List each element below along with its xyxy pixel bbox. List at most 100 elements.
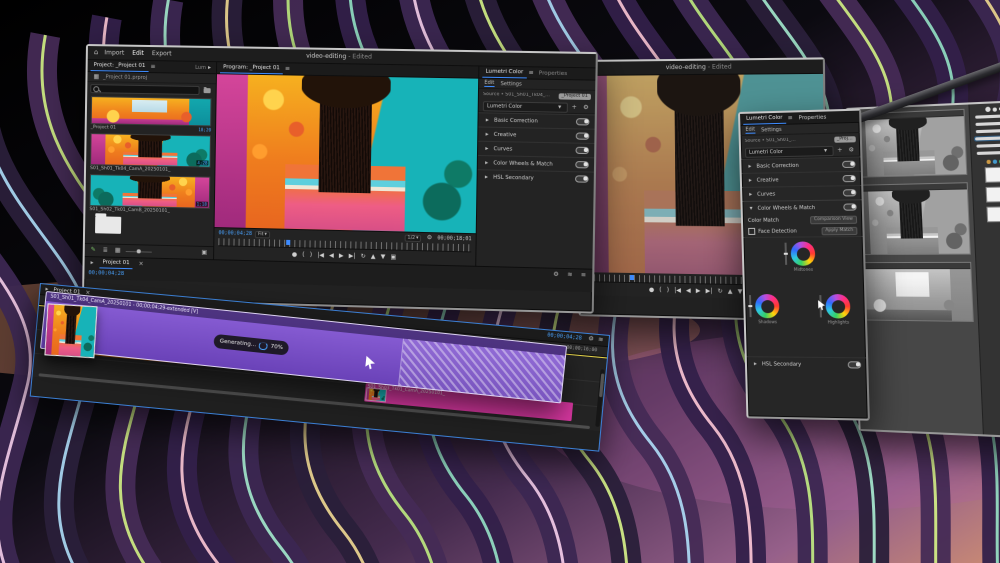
brush-preset[interactable] [975, 114, 1000, 118]
bin-folder-icon[interactable] [95, 216, 121, 234]
tab-settings[interactable]: Settings [500, 81, 521, 87]
brush-preset[interactable] [975, 122, 1000, 126]
gear-icon[interactable]: ⚙ [581, 104, 591, 110]
new-item-icon[interactable]: ▣ [199, 250, 209, 256]
close-icon[interactable]: × [137, 261, 146, 267]
chevron-right-icon[interactable]: ▸ [89, 260, 96, 266]
brush-size-dots[interactable] [973, 105, 1000, 112]
layer-thumbnail[interactable] [986, 186, 1000, 202]
brush-preset[interactable] [976, 129, 1000, 133]
loop-button[interactable]: ↻ [361, 253, 366, 259]
layer-thumbnail[interactable] [985, 166, 1000, 182]
marker-button[interactable]: ● [649, 287, 654, 293]
export-frame-button[interactable]: ▣ [390, 254, 396, 260]
loop-button[interactable]: ↻ [717, 288, 722, 294]
menu-import[interactable]: Import [100, 49, 128, 56]
panel-menu-icon[interactable]: ≡ [148, 64, 157, 70]
toggle[interactable] [843, 203, 857, 211]
waveform-icon[interactable]: ≋ [565, 272, 574, 278]
comparison-view-button[interactable]: Comparison View [810, 215, 857, 224]
grid-icon[interactable]: ▦ [91, 74, 101, 80]
tab-lumetri-truncated[interactable]: Lum [195, 64, 206, 70]
section-hsl-secondary[interactable]: ▸ HSL Secondary [478, 169, 594, 186]
project-item-bin[interactable]: _Project 0118;20 [87, 95, 216, 135]
brush-preset[interactable] [977, 151, 1000, 155]
toggle[interactable] [575, 175, 589, 183]
gear-icon[interactable]: ⚙ [586, 336, 596, 343]
gear-icon[interactable]: ⚙ [846, 147, 856, 153]
storyboard-frame-3[interactable] [857, 262, 973, 322]
preset-dropdown[interactable]: Lumetri Color ▾ [483, 101, 568, 113]
lift-button[interactable]: ▲ [371, 254, 376, 260]
in-point-button[interactable]: ( [302, 252, 304, 258]
toggle[interactable] [842, 160, 856, 168]
menu-edit[interactable]: Edit [128, 50, 148, 57]
color-swatches[interactable] [975, 159, 1000, 165]
zoom-level-dropdown[interactable]: Fit▾ [255, 231, 270, 238]
gear-icon[interactable]: ⚙ [551, 271, 561, 277]
tab-lumetri-color[interactable]: Lumetri Color [482, 67, 526, 79]
playhead[interactable] [286, 240, 290, 245]
marker-button[interactable]: ● [292, 252, 297, 258]
shadows-wheel[interactable]: Shadows [755, 294, 780, 324]
add-preset-icon[interactable]: + [569, 104, 578, 110]
playhead[interactable] [630, 275, 634, 280]
out-point-button[interactable]: ) [310, 252, 312, 258]
play-button[interactable]: ▶ [696, 288, 701, 294]
midtones-wheel[interactable]: Midtones [791, 241, 816, 271]
toggle[interactable] [576, 118, 590, 126]
panel-footer-icons[interactable] [987, 428, 1000, 433]
apply-match-button[interactable]: Apply Match [821, 226, 857, 234]
home-icon[interactable]: ⌂ [92, 49, 101, 56]
sequence-chip[interactable]: _Project 01 [558, 93, 591, 100]
toggle[interactable] [843, 189, 857, 197]
section-hsl-secondary[interactable]: ▸ HSL Secondary [747, 356, 867, 371]
go-to-out-button[interactable]: ▶| [706, 288, 713, 294]
go-to-in-button[interactable]: |◀ [317, 252, 324, 258]
tab-settings[interactable]: Settings [761, 126, 782, 133]
search-input[interactable] [90, 84, 199, 95]
project-item-clip-2[interactable]: 1;18 S01_Sh02_Tk01_CamB_20250101_ [85, 173, 214, 217]
folder-icon[interactable] [204, 88, 211, 93]
face-detection-checkbox[interactable] [748, 228, 755, 235]
preset-dropdown[interactable]: Lumetri Color ▾ [745, 145, 833, 157]
playback-resolution-dropdown[interactable]: 1/2▾ [404, 234, 421, 242]
thumbnail-size-slider[interactable] [125, 251, 151, 253]
project-item-clip-1[interactable]: 4;28 S01_Sh01_Tk04_CamA_20250101_ [86, 132, 215, 176]
tab-edit[interactable]: Edit [484, 80, 494, 87]
midtones-slider[interactable] [785, 243, 787, 265]
out-point-button[interactable]: ) [667, 287, 669, 293]
extract-button[interactable]: ▼ [738, 289, 743, 295]
shadows-slider[interactable] [749, 295, 751, 317]
layer-thumbnail[interactable] [986, 206, 1000, 222]
toggle[interactable] [575, 146, 589, 154]
brush-preset[interactable] [976, 144, 1000, 148]
tab-program[interactable]: Program: _Project 01 [220, 62, 283, 74]
sequence-chip[interactable]: _Proj… [834, 136, 856, 143]
play-button[interactable]: ▶ [339, 253, 344, 259]
brush-preset-selected[interactable] [974, 135, 1000, 142]
toggle[interactable] [848, 361, 862, 369]
section-color-wheels[interactable]: ▾ Color Wheels & Match [742, 199, 862, 215]
step-back-button[interactable]: ◀ [329, 253, 334, 259]
settings-wrench-icon[interactable]: ⚙ [425, 235, 435, 241]
lift-button[interactable]: ▲ [728, 288, 733, 294]
go-to-out-button[interactable]: ▶| [349, 253, 356, 259]
toggle[interactable] [842, 175, 856, 183]
tab-properties[interactable]: Properties [795, 114, 827, 121]
tab-timeline[interactable]: Project 01 [99, 257, 132, 269]
tab-properties[interactable]: Properties [536, 70, 568, 77]
storyboard-frame-2[interactable] [854, 182, 971, 255]
menu-icon[interactable]: ≡ [579, 272, 589, 278]
go-to-in-button[interactable]: |◀ [674, 287, 681, 293]
grid-view-icon[interactable]: ▦ [113, 248, 123, 254]
menu-export[interactable]: Export [148, 50, 176, 57]
tab-project[interactable]: Project: _Project 01 [91, 60, 149, 72]
highlights-wheel[interactable]: Highlights [825, 294, 850, 325]
extract-button[interactable]: ▼ [381, 254, 386, 260]
pencil-icon[interactable]: ✎ [89, 247, 98, 253]
in-point-button[interactable]: ( [659, 287, 661, 293]
toggle[interactable] [576, 132, 590, 140]
panel-menu-icon[interactable]: ≡ [283, 66, 292, 72]
panel-menu-icon[interactable]: ≡ [786, 115, 795, 121]
